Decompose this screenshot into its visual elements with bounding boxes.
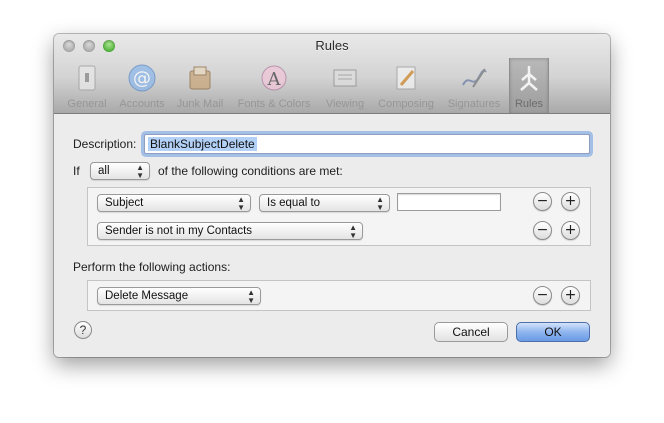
remove-condition-button[interactable]: − — [533, 192, 552, 211]
actions-label: Perform the following actions: — [73, 260, 231, 274]
popup-arrows-icon: ▲ ▼ — [247, 288, 255, 305]
toolbar-item-label: General — [67, 98, 107, 110]
popup-arrows-icon: ▲ ▼ — [237, 195, 245, 212]
signatures-icon — [462, 68, 487, 88]
add-condition-button[interactable]: + — [561, 192, 580, 211]
svg-text:@: @ — [133, 68, 151, 89]
add-condition-button[interactable]: + — [561, 221, 580, 240]
toolbar-item-label: Accounts — [119, 98, 165, 110]
toolbar-item-label: Composing — [378, 98, 434, 110]
condition-value-input[interactable] — [397, 193, 501, 211]
junk-mail-icon — [189, 66, 211, 90]
remove-condition-button[interactable]: − — [533, 221, 552, 240]
condition-field-value: Sender is not in my Contacts — [105, 225, 253, 237]
fonts-colors-icon: A — [261, 65, 287, 91]
if-label: If — [73, 164, 80, 178]
window-title: Rules — [315, 38, 349, 53]
accounts-at-icon: @ — [128, 64, 156, 92]
conditions-suffix-label: of the following conditions are met: — [158, 164, 343, 178]
action-value: Delete Message — [105, 290, 189, 302]
toolbar-item-fonts-colors[interactable]: A Fonts & Colors — [231, 58, 317, 113]
match-all-any-popup[interactable]: all ▲ ▼ — [90, 162, 150, 180]
conditions-box: Subject ▲ ▼ Is equal to ▲ ▼ − + Sender is … — [87, 187, 591, 246]
toolbar-item-junk-mail[interactable]: Junk Mail — [172, 58, 228, 113]
help-button[interactable]: ? — [74, 321, 92, 339]
description-value: BlankSubjectDelete — [148, 137, 257, 151]
cancel-button[interactable]: Cancel — [434, 322, 508, 342]
toolbar-item-signatures[interactable]: Signatures — [442, 58, 506, 113]
match-value: all — [98, 165, 110, 177]
action-popup[interactable]: Delete Message ▲ ▼ — [97, 287, 261, 305]
toolbar-item-label: Junk Mail — [176, 98, 224, 110]
toolbar-item-viewing[interactable]: Viewing — [320, 58, 370, 113]
condition-operator-value: Is equal to — [267, 197, 321, 209]
toolbar-item-composing[interactable]: Composing — [373, 58, 439, 113]
toolbar-item-rules[interactable]: Rules — [509, 58, 549, 113]
add-action-button[interactable]: + — [561, 286, 580, 305]
toolbar-item-label: Fonts & Colors — [237, 98, 311, 110]
remove-action-button[interactable]: − — [533, 286, 552, 305]
ok-button[interactable]: OK — [516, 322, 590, 342]
condition-field-popup[interactable]: Sender is not in my Contacts ▲ ▼ — [97, 222, 363, 240]
toolbar-item-accounts[interactable]: @ Accounts — [115, 58, 169, 113]
toolbar-item-general[interactable]: General — [62, 58, 112, 113]
popup-arrows-icon: ▲ ▼ — [376, 195, 384, 212]
rules-dialog-window: Rules General @ Accounts Junk Mail A Fon… — [54, 34, 610, 357]
rule-editor: Description: BlankSubjectDelete If all ▲… — [54, 114, 610, 357]
svg-text:A: A — [267, 69, 282, 90]
popup-arrows-icon: ▲ ▼ — [349, 223, 357, 240]
popup-arrows-icon: ▲ ▼ — [136, 163, 144, 180]
preferences-toolbar: Rules General @ Accounts Junk Mail A Fon… — [54, 34, 610, 114]
general-icon — [78, 65, 96, 91]
actions-box: Delete Message ▲ ▼ − + — [87, 280, 591, 311]
condition-field-value: Subject — [105, 197, 144, 209]
composing-icon — [396, 66, 416, 90]
toolbar-item-label: Signatures — [447, 98, 501, 110]
description-label: Description: — [73, 137, 137, 151]
toolbar-item-label: Rules — [514, 98, 544, 110]
viewing-icon — [333, 69, 357, 87]
condition-operator-popup[interactable]: Is equal to ▲ ▼ — [259, 194, 390, 212]
toolbar-item-label: Viewing — [325, 98, 365, 110]
rules-icon — [520, 66, 538, 91]
condition-field-popup[interactable]: Subject ▲ ▼ — [97, 194, 251, 212]
description-field[interactable]: BlankSubjectDelete — [144, 134, 590, 154]
